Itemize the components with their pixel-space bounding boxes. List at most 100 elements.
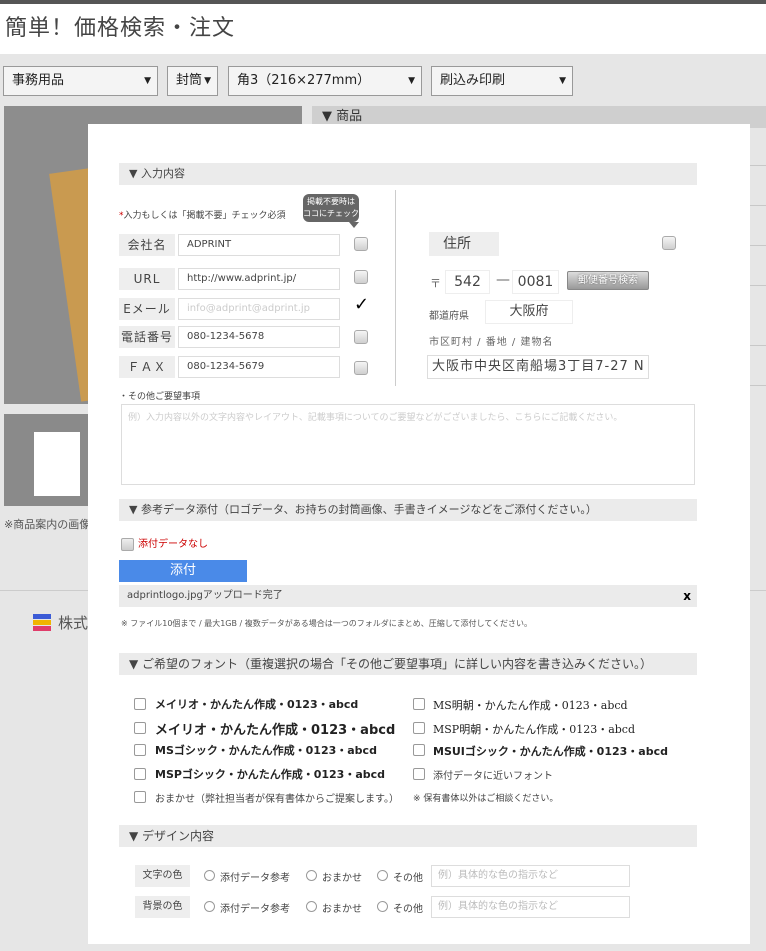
chevron-down-icon: ▼: [408, 76, 415, 86]
font-checkbox-msui-gothic[interactable]: [413, 744, 425, 756]
font-checkbox-meiryo[interactable]: [134, 698, 146, 710]
fax-input[interactable]: 080-1234-5679: [178, 356, 340, 378]
print-type-select[interactable]: 刷込み印刷 ▼: [431, 66, 573, 96]
address-label: 住所: [429, 232, 499, 256]
background-color-option-other: その他: [393, 904, 423, 915]
background-color-label: 背景の色: [135, 896, 190, 918]
company-input[interactable]: ADPRINT: [178, 234, 340, 256]
phone-label: 電話番号: [119, 326, 175, 348]
product-select-value: 封筒: [176, 73, 203, 88]
email-label: Eメール: [119, 298, 175, 320]
text-color-radio-omakase[interactable]: [306, 870, 317, 881]
phone-input[interactable]: 080-1234-5678: [178, 326, 340, 348]
font-label-omakase: おまかせ（弊社担当者が保有書体からご提案します。）: [155, 794, 399, 805]
address-unneeded-checkbox[interactable]: [662, 236, 676, 250]
product-thumbnail[interactable]: [4, 414, 92, 506]
prefecture-label: 都道府県: [429, 311, 469, 322]
unneeded-tooltip: 掲載不要時はココにチェック✓: [303, 194, 359, 230]
zip1-input[interactable]: 542: [445, 270, 490, 294]
no-attachment-label: 添付データなし: [138, 539, 208, 550]
company-name: 株式: [58, 614, 89, 632]
background-color-option-omakase: おまかせ: [322, 904, 362, 915]
text-color-option-omakase: おまかせ: [322, 873, 362, 884]
company-unneeded-checkbox[interactable]: [354, 237, 368, 251]
request-textarea[interactable]: 例）入力内容以外の文字内容やレイアウト、記載事項についてのご要望などがございまし…: [121, 404, 695, 485]
zip2-input[interactable]: 0081: [512, 270, 559, 294]
size-select[interactable]: 角3（216×277mm） ▼: [228, 66, 422, 96]
font-label-ms-gothic: MSゴシック・かんたん作成・0123・abcd: [155, 744, 377, 757]
font-checkbox-ms-gothic[interactable]: [134, 744, 146, 756]
font-label-msp-gothic: MSPゴシック・かんたん作成・0123・abcd: [155, 768, 386, 781]
attach-section-header: ▼ 参考データ添付（ロゴデータ、お持ちの封筒画像、手書きイメージなどをご添付くだ…: [119, 499, 697, 521]
text-color-radio-other[interactable]: [377, 870, 388, 881]
no-attachment-checkbox[interactable]: 添付データなし: [121, 538, 208, 551]
font-checkbox-msp-gothic[interactable]: [134, 768, 146, 780]
url-unneeded-checkbox[interactable]: [354, 270, 368, 284]
checkbox-icon: [121, 538, 134, 551]
prefecture-input[interactable]: 大阪府: [485, 300, 573, 324]
font-checkbox-msp-mincho[interactable]: [413, 722, 425, 734]
remove-file-button[interactable]: x: [683, 585, 691, 607]
email-input[interactable]: info@adprint@adprint.jp: [178, 298, 340, 320]
url-input[interactable]: http://www.adprint.jp/: [178, 268, 340, 290]
chevron-down-icon: ▼: [204, 76, 211, 86]
phone-unneeded-checkbox[interactable]: [354, 330, 368, 344]
text-color-input[interactable]: 例）具体的な色の指示など: [431, 865, 630, 887]
background-color-radio-reference[interactable]: [204, 901, 215, 912]
font-checkbox-ms-mincho[interactable]: [413, 698, 425, 710]
font-label-msui-gothic: MSUIゴシック・かんたん作成・0123・abcd: [433, 745, 668, 758]
tooltip-line-2: ココにチェック✓: [303, 209, 359, 230]
font-checkbox-similar[interactable]: [413, 768, 425, 780]
input-section-header: ▼ 入力内容: [119, 163, 697, 185]
zip-search-button[interactable]: 郵便番号検索: [567, 271, 649, 290]
background-color-input[interactable]: 例）具体的な色の指示など: [431, 896, 630, 918]
product-select[interactable]: 封筒 ▼: [167, 66, 218, 96]
font-checkbox-omakase[interactable]: [134, 791, 146, 803]
url-label: URL: [119, 268, 175, 290]
fax-unneeded-checkbox[interactable]: [354, 361, 368, 375]
text-color-radio-reference[interactable]: [204, 870, 215, 881]
font-section-header: ▼ ご希望のフォント（重複選択の場合「その他ご要望事項」に詳しい内容を書き込みく…: [119, 653, 697, 675]
file-limit-note: ※ ファイル10個まで / 最大1GB / 複数データがある場合は一つのフォルダ…: [121, 619, 533, 628]
city-input[interactable]: 大阪市中央区南船場3丁目7-27 N: [427, 355, 649, 379]
email-unneeded-checkbox[interactable]: ✓: [354, 294, 369, 315]
uploaded-file-name: adprintlogo.jpgアップロード完了: [127, 590, 283, 601]
background-color-option-reference: 添付データ参考: [220, 904, 290, 915]
background-color-radio-omakase[interactable]: [306, 901, 317, 912]
text-color-option-other: その他: [393, 873, 423, 884]
required-note-text: 入力もしくは「掲載不要」チェック必須: [123, 211, 286, 221]
font-consult-note: ※ 保有書体以外はご相談ください。: [413, 794, 559, 804]
size-select-value: 角3（216×277mm）: [237, 73, 371, 88]
design-section-header: ▼ デザイン内容: [119, 825, 697, 847]
page-header: 簡単！価格検索・注文: [0, 4, 766, 54]
zip-mark: 〒: [430, 277, 441, 290]
print-type-select-value: 刷込み印刷: [440, 73, 506, 88]
company-label: 会社名: [119, 234, 175, 256]
order-modal: ▼ 入力内容 *入力もしくは「掲載不要」チェック必須 掲載不要時はココにチェック…: [88, 124, 750, 944]
city-label: 市区町村 / 番地 / 建物名: [429, 337, 554, 348]
font-label-similar: 添付データに近いフォント: [433, 771, 553, 782]
page-title: 簡単！価格検索・注文: [5, 16, 236, 41]
attach-button[interactable]: 添付: [119, 560, 247, 582]
background-color-radio-other[interactable]: [377, 901, 388, 912]
category-select[interactable]: 事務用品 ▼: [3, 66, 158, 96]
text-color-label: 文字の色: [135, 865, 190, 887]
zip-separator: —: [496, 272, 510, 288]
font-label-ms-mincho: MS明朝・かんたん作成・0123・abcd: [433, 699, 628, 712]
category-select-value: 事務用品: [12, 73, 65, 88]
text-color-option-reference: 添付データ参考: [220, 873, 290, 884]
uploaded-file-row: adprintlogo.jpgアップロード完了 x: [119, 585, 697, 607]
product-image-note: ※商品案内の画像: [4, 518, 91, 531]
font-label-msp-mincho: MSP明朝・かんたん作成・0123・abcd: [433, 723, 635, 736]
white-envelope-image: [34, 432, 80, 496]
chevron-down-icon: ▼: [144, 76, 151, 86]
font-checkbox-meiryo-bold[interactable]: [134, 722, 146, 734]
fax-label: ＦＡＸ: [119, 356, 175, 378]
request-label: ・その他ご要望事項: [119, 392, 201, 402]
column-divider: [395, 190, 396, 386]
font-label-meiryo: メイリオ・かんたん作成・0123・abcd: [155, 698, 359, 711]
company-logo: [33, 614, 51, 631]
font-label-meiryo-bold: メイリオ・かんたん作成・0123・abcd: [155, 723, 396, 738]
tooltip-line-1: 掲載不要時は: [307, 197, 355, 206]
required-note: *入力もしくは「掲載不要」チェック必須: [119, 208, 286, 221]
